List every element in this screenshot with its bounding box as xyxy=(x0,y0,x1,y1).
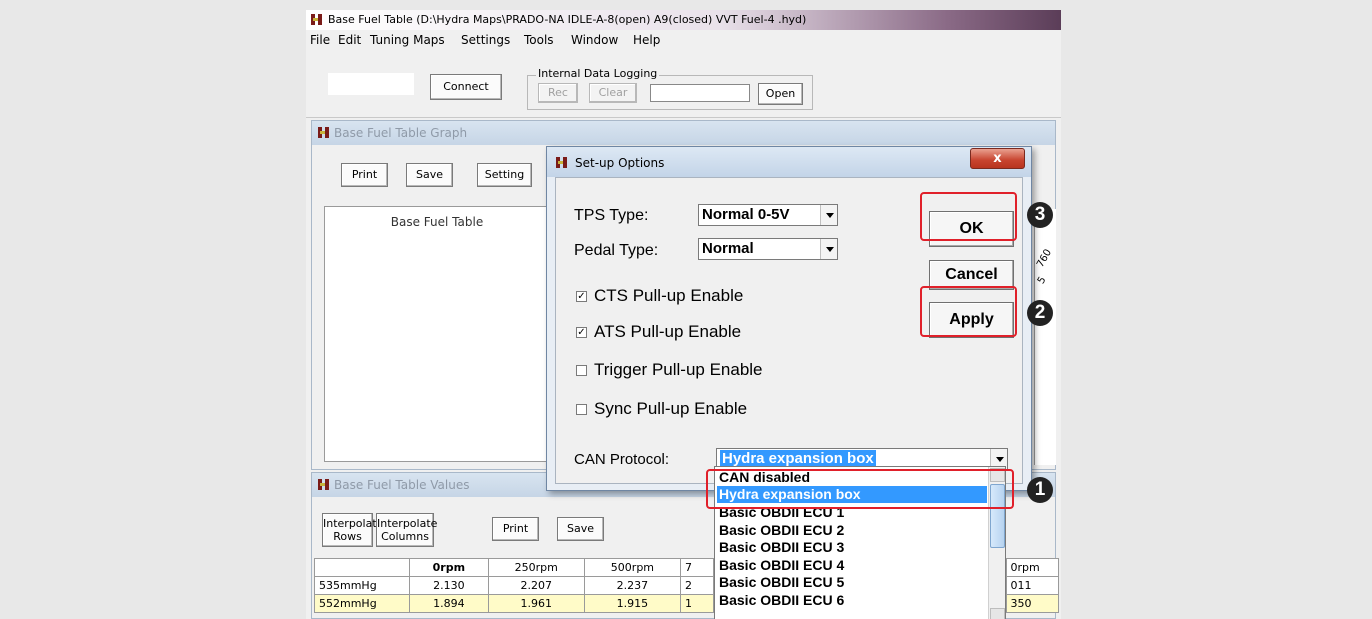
values-print-button[interactable]: Print xyxy=(492,517,539,541)
cts-pullup-label: CTS Pull-up Enable xyxy=(594,286,744,305)
graph-print-button[interactable]: Print xyxy=(341,163,388,187)
values-window-title: Base Fuel Table Values xyxy=(334,478,470,492)
graph-canvas: Base Fuel Table xyxy=(324,206,550,462)
table-cell[interactable]: 350 xyxy=(1005,594,1060,613)
step-badge-2: 2 xyxy=(1027,300,1053,326)
values-window-icon xyxy=(317,478,331,491)
table-header-cell: 0rpm xyxy=(1005,558,1060,577)
callout-box-apply xyxy=(920,286,1017,337)
menu-file[interactable]: File xyxy=(310,33,330,47)
table-header-cell: 500rpm xyxy=(583,558,681,577)
step-badge-1: 1 xyxy=(1027,477,1053,503)
table-cell[interactable]: 011 xyxy=(1005,576,1060,595)
table-cell[interactable]: 2.130 xyxy=(409,576,489,595)
dropdown-option[interactable]: Basic OBDII ECU 3 xyxy=(717,539,987,556)
menu-bar: File Edit Tuning Maps Settings Tools Win… xyxy=(306,30,1061,50)
callout-box-dropdown xyxy=(706,469,1014,509)
menu-settings[interactable]: Settings xyxy=(461,33,510,47)
sync-pullup-checkbox[interactable] xyxy=(576,404,587,415)
window-titlebar[interactable]: Base Fuel Table (D:\Hydra Maps\PRADO-NA … xyxy=(306,10,1061,30)
dialog-icon xyxy=(555,156,569,169)
callout-box-ok xyxy=(920,192,1017,241)
pedal-type-value: Normal xyxy=(702,240,754,257)
tps-type-value: Normal 0-5V xyxy=(702,206,790,223)
chevron-down-icon[interactable] xyxy=(820,205,837,225)
graph-window-titlebar[interactable]: Base Fuel Table Graph xyxy=(312,121,1055,145)
app-window: Base Fuel Table (D:\Hydra Maps\PRADO-NA … xyxy=(306,10,1061,619)
table-cell[interactable]: 2.207 xyxy=(487,576,585,595)
scroll-down-icon[interactable] xyxy=(990,608,1005,619)
table-cell[interactable]: 2.237 xyxy=(583,576,681,595)
graph-axis-label: 5 xyxy=(1035,274,1049,287)
dropdown-option[interactable]: Basic OBDII ECU 5 xyxy=(717,574,987,591)
values-save-button[interactable]: Save xyxy=(557,517,604,541)
graph-title: Base Fuel Table xyxy=(390,215,484,229)
table-cell[interactable]: 1.915 xyxy=(583,594,681,613)
graph-setting-button[interactable]: Setting xyxy=(477,163,532,187)
dialog-titlebar[interactable]: Set-up Options x xyxy=(547,147,1031,177)
tps-type-select[interactable]: Normal 0-5V xyxy=(698,204,838,226)
cts-pullup-checkbox[interactable]: ✓ xyxy=(576,291,587,302)
ats-pullup-checkbox[interactable]: ✓ xyxy=(576,327,587,338)
graph-window-icon xyxy=(317,126,331,139)
trigger-pullup-checkbox[interactable] xyxy=(576,365,587,376)
interpolate-columns-button[interactable]: Interpolate Columns xyxy=(376,513,438,547)
toolbar: Connect Internal Data Logging Rec Clear … xyxy=(306,50,1061,118)
ats-pullup-label: ATS Pull-up Enable xyxy=(594,322,742,341)
table-header-cell: 250rpm xyxy=(487,558,585,577)
tps-type-label: TPS Type: xyxy=(574,207,649,224)
table-cell[interactable]: 1.894 xyxy=(409,594,489,613)
menu-window[interactable]: Window xyxy=(571,33,618,47)
connect-button[interactable]: Connect xyxy=(430,74,502,100)
status-field xyxy=(328,73,414,95)
interpolate-rows-label: Rows xyxy=(333,530,362,543)
graph-save-button[interactable]: Save xyxy=(406,163,453,187)
row-label: 535mmHg xyxy=(313,576,411,595)
menu-tuning-maps[interactable]: Tuning Maps xyxy=(370,33,445,47)
open-button[interactable]: Open xyxy=(758,83,803,105)
pedal-type-label: Pedal Type: xyxy=(574,242,659,259)
logging-group-label: Internal Data Logging xyxy=(536,67,660,80)
can-protocol-value: Hydra expansion box xyxy=(720,450,876,467)
pedal-type-select[interactable]: Normal xyxy=(698,238,838,260)
interpolate-rows-label: Interpolate xyxy=(323,517,384,530)
table-cell[interactable]: 2 xyxy=(679,576,714,595)
close-icon[interactable]: x xyxy=(970,148,1025,169)
dropdown-option[interactable]: Basic OBDII ECU 2 xyxy=(717,522,987,539)
sync-pullup-label: Sync Pull-up Enable xyxy=(594,399,748,418)
trigger-pullup-label: Trigger Pull-up Enable xyxy=(594,360,763,379)
interpolate-columns-label: Columns xyxy=(381,530,429,543)
interpolate-rows-button[interactable]: Interpolate Rows xyxy=(322,513,384,547)
table-header-cell: 7 xyxy=(679,558,714,577)
dropdown-option[interactable]: Basic OBDII ECU 6 xyxy=(717,592,987,609)
step-badge-3: 3 xyxy=(1027,202,1053,228)
can-protocol-label: CAN Protocol: xyxy=(574,451,670,468)
table-header-cell: 0rpm xyxy=(409,558,489,577)
table-cell[interactable]: 1.961 xyxy=(487,594,585,613)
window-title: Base Fuel Table (D:\Hydra Maps\PRADO-NA … xyxy=(328,13,807,26)
chevron-down-icon[interactable] xyxy=(820,239,837,259)
graph-window-title: Base Fuel Table Graph xyxy=(334,126,468,140)
menu-tools[interactable]: Tools xyxy=(524,33,554,47)
menu-help[interactable]: Help xyxy=(633,33,660,47)
rec-button[interactable]: Rec xyxy=(538,83,578,103)
row-label: 552mmHg xyxy=(313,594,411,613)
dropdown-option[interactable]: Basic OBDII ECU 4 xyxy=(717,557,987,574)
clear-button[interactable]: Clear xyxy=(589,83,637,103)
table-header-cell xyxy=(313,558,411,577)
graph-axis-label: 760 xyxy=(1035,247,1055,270)
interpolate-columns-label: Interpolate xyxy=(377,517,438,530)
app-logo-icon xyxy=(310,13,324,26)
table-cell[interactable]: 1 xyxy=(679,594,714,613)
dialog-title: Set-up Options xyxy=(575,156,665,170)
menu-edit[interactable]: Edit xyxy=(338,33,361,47)
logging-name-input[interactable] xyxy=(650,84,750,102)
graph-canvas-edge: 760 5 xyxy=(1034,209,1056,465)
